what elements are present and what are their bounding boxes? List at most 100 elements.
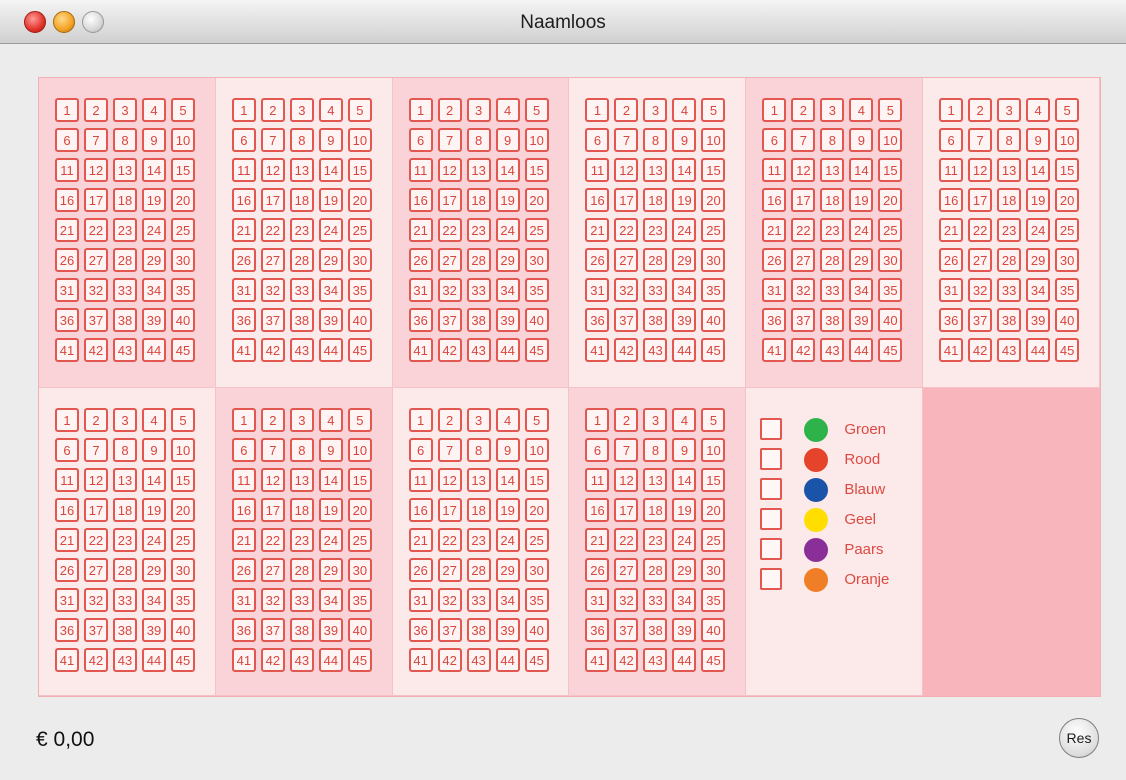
number-cell-19[interactable]: 19: [849, 188, 874, 212]
number-cell-7[interactable]: 7: [614, 438, 639, 462]
number-cell-8[interactable]: 8: [643, 128, 668, 152]
number-cell-23[interactable]: 23: [289, 528, 314, 552]
number-cell-18[interactable]: 18: [643, 188, 668, 212]
number-cell-22[interactable]: 22: [437, 218, 462, 242]
number-cell-20[interactable]: 20: [701, 188, 726, 212]
number-cell-39[interactable]: 39: [672, 308, 697, 332]
number-cell-37[interactable]: 37: [791, 308, 816, 332]
number-cell-26[interactable]: 26: [231, 558, 256, 582]
number-cell-45[interactable]: 45: [171, 648, 195, 672]
number-cell-36[interactable]: 36: [585, 618, 610, 642]
number-cell-17[interactable]: 17: [437, 188, 462, 212]
number-cell-3[interactable]: 3: [289, 408, 314, 432]
number-cell-40[interactable]: 40: [347, 308, 372, 332]
number-cell-45[interactable]: 45: [701, 338, 726, 362]
number-cell-43[interactable]: 43: [289, 648, 314, 672]
number-cell-31[interactable]: 31: [408, 588, 433, 612]
number-cell-19[interactable]: 19: [495, 498, 520, 522]
number-cell-21[interactable]: 21: [939, 218, 964, 242]
number-cell-27[interactable]: 27: [614, 248, 639, 272]
number-cell-19[interactable]: 19: [672, 498, 697, 522]
number-cell-17[interactable]: 17: [84, 188, 108, 212]
number-cell-14[interactable]: 14: [495, 468, 520, 492]
number-cell-35[interactable]: 35: [701, 278, 726, 302]
number-cell-2[interactable]: 2: [437, 408, 462, 432]
number-cell-38[interactable]: 38: [289, 308, 314, 332]
number-cell-15[interactable]: 15: [524, 468, 549, 492]
number-cell-5[interactable]: 5: [878, 98, 903, 122]
number-cell-31[interactable]: 31: [231, 278, 256, 302]
number-cell-29[interactable]: 29: [1026, 248, 1051, 272]
number-cell-31[interactable]: 31: [762, 278, 787, 302]
number-cell-24[interactable]: 24: [142, 218, 166, 242]
number-cell-33[interactable]: 33: [289, 278, 314, 302]
number-cell-5[interactable]: 5: [524, 408, 549, 432]
number-cell-33[interactable]: 33: [820, 278, 845, 302]
number-cell-38[interactable]: 38: [643, 308, 668, 332]
number-cell-34[interactable]: 34: [318, 278, 343, 302]
number-cell-36[interactable]: 36: [408, 618, 433, 642]
number-cell-39[interactable]: 39: [1026, 308, 1051, 332]
number-cell-24[interactable]: 24: [142, 528, 166, 552]
number-cell-34[interactable]: 34: [142, 588, 166, 612]
number-cell-31[interactable]: 31: [55, 278, 79, 302]
number-cell-26[interactable]: 26: [55, 248, 79, 272]
number-cell-7[interactable]: 7: [84, 438, 108, 462]
number-cell-3[interactable]: 3: [643, 98, 668, 122]
number-cell-40[interactable]: 40: [524, 618, 549, 642]
number-cell-40[interactable]: 40: [1055, 308, 1080, 332]
number-cell-42[interactable]: 42: [260, 338, 285, 362]
number-cell-2[interactable]: 2: [84, 408, 108, 432]
number-cell-20[interactable]: 20: [171, 498, 195, 522]
number-cell-16[interactable]: 16: [762, 188, 787, 212]
number-cell-38[interactable]: 38: [466, 618, 491, 642]
number-cell-45[interactable]: 45: [171, 338, 195, 362]
number-cell-3[interactable]: 3: [466, 98, 491, 122]
number-cell-22[interactable]: 22: [84, 528, 108, 552]
number-cell-41[interactable]: 41: [55, 648, 79, 672]
number-cell-38[interactable]: 38: [289, 618, 314, 642]
number-cell-28[interactable]: 28: [997, 248, 1022, 272]
number-cell-24[interactable]: 24: [849, 218, 874, 242]
number-cell-3[interactable]: 3: [113, 98, 137, 122]
number-cell-12[interactable]: 12: [968, 158, 993, 182]
number-cell-10[interactable]: 10: [347, 438, 372, 462]
number-cell-15[interactable]: 15: [701, 468, 726, 492]
number-cell-43[interactable]: 43: [820, 338, 845, 362]
number-cell-34[interactable]: 34: [1026, 278, 1051, 302]
color-checkbox[interactable]: [760, 508, 783, 530]
number-cell-44[interactable]: 44: [142, 338, 166, 362]
number-cell-12[interactable]: 12: [437, 468, 462, 492]
number-cell-37[interactable]: 37: [260, 308, 285, 332]
number-cell-2[interactable]: 2: [968, 98, 993, 122]
number-cell-9[interactable]: 9: [495, 128, 520, 152]
number-cell-42[interactable]: 42: [614, 648, 639, 672]
number-cell-43[interactable]: 43: [466, 338, 491, 362]
number-cell-20[interactable]: 20: [1055, 188, 1080, 212]
number-cell-23[interactable]: 23: [643, 528, 668, 552]
color-checkbox[interactable]: [760, 538, 783, 560]
number-cell-41[interactable]: 41: [939, 338, 964, 362]
number-cell-14[interactable]: 14: [318, 158, 343, 182]
number-cell-29[interactable]: 29: [672, 248, 697, 272]
number-cell-29[interactable]: 29: [495, 558, 520, 582]
number-cell-22[interactable]: 22: [260, 528, 285, 552]
title-bar[interactable]: Naamloos: [0, 0, 1126, 44]
number-cell-17[interactable]: 17: [437, 498, 462, 522]
number-cell-14[interactable]: 14: [142, 468, 166, 492]
number-cell-17[interactable]: 17: [260, 498, 285, 522]
number-cell-4[interactable]: 4: [672, 98, 697, 122]
number-cell-45[interactable]: 45: [701, 648, 726, 672]
number-cell-4[interactable]: 4: [318, 98, 343, 122]
number-cell-4[interactable]: 4: [1026, 98, 1051, 122]
number-cell-36[interactable]: 36: [55, 308, 79, 332]
number-cell-19[interactable]: 19: [1026, 188, 1051, 212]
number-cell-6[interactable]: 6: [585, 128, 610, 152]
number-cell-41[interactable]: 41: [585, 648, 610, 672]
number-cell-28[interactable]: 28: [643, 248, 668, 272]
number-cell-10[interactable]: 10: [701, 438, 726, 462]
number-cell-12[interactable]: 12: [614, 158, 639, 182]
number-cell-34[interactable]: 34: [672, 588, 697, 612]
number-cell-34[interactable]: 34: [142, 278, 166, 302]
number-cell-25[interactable]: 25: [1055, 218, 1080, 242]
